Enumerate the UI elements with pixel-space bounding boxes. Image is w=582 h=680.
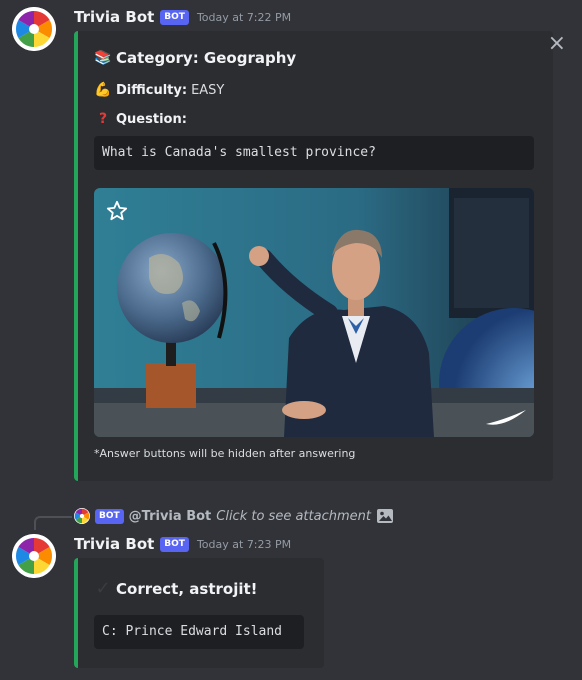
answer-text: C: Prince Edward Island [102, 624, 283, 639]
timestamp: Today at 7:22 PM [196, 10, 292, 24]
difficulty-value: EASY [191, 82, 225, 98]
difficulty-line: 💪 Difficulty: EASY [94, 82, 224, 98]
reply-spine [34, 516, 72, 530]
books-icon: 📚 [94, 50, 112, 66]
answer-result-embed: ✓ Correct, astrojit! C: Prince Edward Is… [74, 558, 324, 668]
question-codeblock: What is Canada's smallest province? [94, 136, 534, 170]
category-label: Category: Geography [116, 49, 297, 67]
reply-reference[interactable]: BOT @Trivia Bot Click to see attachment [74, 508, 394, 524]
answer-codeblock: C: Prince Edward Island [94, 615, 304, 649]
message-header-2: Trivia Bot BOT Today at 7:23 PM [74, 535, 291, 553]
username[interactable]: Trivia Bot [74, 8, 154, 26]
bot-tag-2: BOT [160, 536, 189, 552]
timestamp-2: Today at 7:23 PM [196, 537, 292, 551]
embed-image-gif[interactable] [94, 188, 534, 437]
check-mark-icon: ✓ [95, 578, 111, 599]
message-header: Trivia Bot BOT Today at 7:22 PM [74, 8, 291, 26]
reply-text[interactable]: Click to see attachment [216, 509, 371, 524]
star-icon[interactable] [106, 200, 128, 222]
flexed-biceps-icon: 💪 [94, 82, 112, 98]
reply-avatar [74, 508, 90, 524]
result-text: Correct, astrojit! [116, 579, 258, 598]
result-line: ✓ Correct, astrojit! [94, 578, 257, 599]
question-label: Question: [116, 111, 187, 127]
difficulty-label: Difficulty: [116, 82, 188, 98]
image-icon [376, 509, 393, 523]
close-icon[interactable]: × [548, 33, 566, 55]
reply-bot-tag: BOT [95, 508, 124, 524]
bot-avatar-2[interactable] [12, 534, 56, 578]
reply-mention[interactable]: @Trivia Bot [129, 509, 212, 524]
trivia-question-embed: 📚 Category: Geography 💪 Difficulty: EASY… [74, 31, 553, 481]
question-text: What is Canada's smallest province? [102, 145, 376, 160]
category-line: 📚 Category: Geography [94, 49, 296, 67]
studio-scene-image [94, 188, 534, 437]
bot-tag: BOT [160, 9, 189, 25]
question-mark-icon: ? [98, 111, 108, 127]
embed-footer: *Answer buttons will be hidden after ans… [94, 447, 356, 460]
question-line: ? Question: [94, 111, 187, 127]
username-2[interactable]: Trivia Bot [74, 535, 154, 553]
bot-avatar[interactable] [12, 7, 56, 51]
